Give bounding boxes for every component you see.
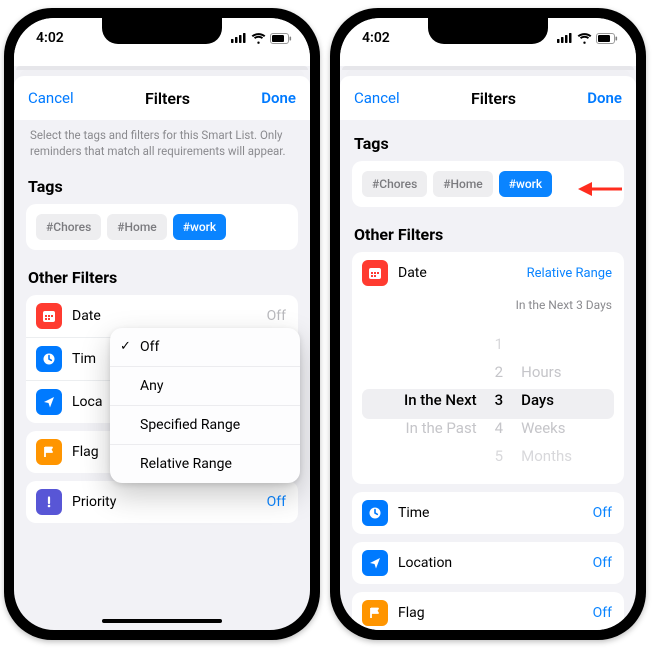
flag-icon: [36, 439, 62, 465]
section-header-other: Other Filters: [26, 262, 298, 295]
filter-value: Relative Range: [527, 266, 612, 281]
filter-row-priority[interactable]: Priority Off: [26, 481, 298, 523]
filter-row-location[interactable]: Location Off: [352, 542, 624, 584]
tag-chip-work[interactable]: #work: [173, 214, 226, 240]
date-filter-menu: ✓ Off Any Specified Range Relative Range: [110, 328, 300, 483]
picker-selection-bar: [362, 389, 614, 419]
wifi-icon: [251, 33, 266, 44]
clock-icon: [36, 346, 62, 372]
filter-label: Time: [398, 505, 593, 521]
phone-right: 4:02 Cancel Filters Done Tags #Chores: [330, 8, 646, 640]
picker-col-direction[interactable]: In the Next In the Past: [404, 332, 477, 468]
section-header-tags: Tags: [26, 171, 298, 204]
menu-item-label: Relative Range: [140, 456, 232, 472]
page-title: Filters: [471, 89, 516, 108]
filter-value: Off: [267, 308, 286, 324]
calendar-icon: [36, 303, 62, 329]
status-time: 4:02: [362, 30, 390, 46]
filter-label: Flag: [398, 605, 593, 621]
filter-row-time[interactable]: Time Off: [352, 492, 624, 534]
tag-chip-work[interactable]: #work: [499, 171, 552, 197]
phone-left: 4:02 Cancel Filters Done Select the tags…: [4, 8, 320, 640]
signal-icon: [231, 33, 247, 43]
clock-icon: [362, 500, 388, 526]
date-summary: In the Next 3 Days: [352, 294, 624, 324]
wifi-icon: [577, 33, 592, 44]
filter-value: Off: [593, 505, 612, 521]
checkmark-icon: ✓: [120, 339, 131, 354]
menu-item-label: Specified Range: [140, 417, 240, 433]
menu-item-relative[interactable]: Relative Range: [110, 444, 300, 483]
home-indicator[interactable]: [102, 619, 222, 623]
location-icon: [36, 389, 62, 415]
menu-item-any[interactable]: Any: [110, 366, 300, 405]
menu-item-label: Any: [140, 378, 164, 394]
cancel-button[interactable]: Cancel: [28, 89, 74, 107]
menu-item-label: Off: [140, 339, 159, 355]
filter-value: Off: [267, 494, 286, 510]
cancel-button[interactable]: Cancel: [354, 89, 400, 107]
section-header-other: Other Filters: [352, 219, 624, 252]
section-header-tags: Tags: [352, 128, 624, 161]
signal-icon: [557, 33, 573, 43]
location-icon: [362, 550, 388, 576]
notch: [102, 18, 222, 44]
notch: [428, 18, 548, 44]
tag-chip-chores[interactable]: #Chores: [362, 171, 427, 197]
help-text: Select the tags and filters for this Sma…: [26, 120, 298, 171]
done-button[interactable]: Done: [587, 89, 622, 107]
status-time: 4:02: [36, 30, 64, 46]
tag-chip-home[interactable]: #Home: [433, 171, 492, 197]
filter-row-flag[interactable]: Flag Off: [352, 592, 624, 630]
tags-card: #Chores #Home #work: [26, 204, 298, 250]
nav-bar: Cancel Filters Done: [340, 76, 636, 120]
page-title: Filters: [145, 89, 190, 108]
tag-chip-chores[interactable]: #Chores: [36, 214, 101, 240]
menu-item-off[interactable]: ✓ Off: [110, 328, 300, 366]
battery-icon: [596, 33, 618, 44]
annotation-arrow: [578, 178, 624, 200]
filter-label: Location: [398, 555, 593, 571]
menu-item-specified[interactable]: Specified Range: [110, 405, 300, 444]
battery-icon: [270, 33, 292, 44]
tag-chip-home[interactable]: #Home: [107, 214, 166, 240]
filter-value: Off: [593, 555, 612, 571]
relative-range-picker[interactable]: In the Next In the Past 1 2 3 4 5: [352, 324, 624, 484]
flag-icon: [362, 600, 388, 626]
done-button[interactable]: Done: [261, 89, 296, 107]
calendar-icon: [362, 260, 388, 286]
filter-value: Off: [593, 605, 612, 621]
filter-date-expanded: Date Relative Range In the Next 3 Days I…: [352, 252, 624, 484]
filter-label: Priority: [72, 494, 267, 510]
nav-bar: Cancel Filters Done: [14, 76, 310, 120]
filter-label: Date: [72, 308, 267, 324]
priority-icon: [36, 489, 62, 515]
filter-label: Date: [398, 265, 527, 281]
filter-row-date[interactable]: Date Relative Range: [352, 252, 624, 294]
